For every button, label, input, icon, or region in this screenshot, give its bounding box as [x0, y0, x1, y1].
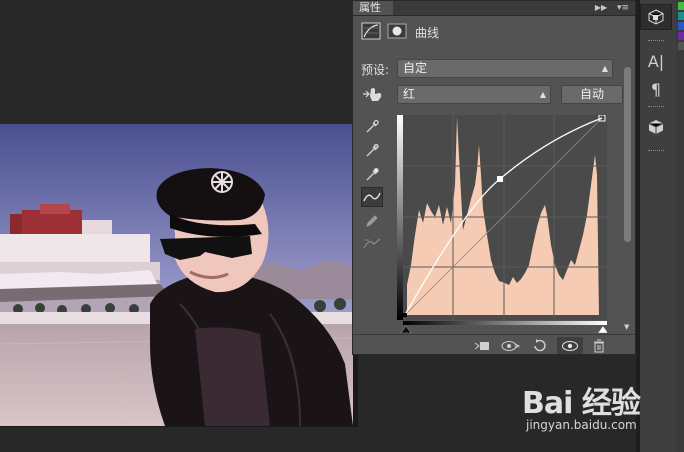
- target-adjust-icon[interactable]: [361, 85, 385, 103]
- dock-separator: [648, 150, 664, 153]
- pencil-icon[interactable]: [361, 211, 383, 231]
- right-edge-strip: [676, 0, 684, 452]
- curve-point[interactable]: [497, 176, 503, 182]
- eyedropper-gray-icon[interactable]: [361, 141, 383, 161]
- mask-icon[interactable]: [387, 22, 407, 40]
- auto-button[interactable]: 自动: [561, 85, 623, 104]
- preset-value: 自定: [403, 61, 428, 75]
- white-point-slider[interactable]: [597, 325, 607, 333]
- channel-dropdown[interactable]: 红 ▲: [397, 85, 551, 104]
- properties-dock-icon[interactable]: [640, 4, 672, 30]
- preset-dropdown[interactable]: 自定 ▲: [397, 59, 613, 78]
- tab-properties[interactable]: 属性: [353, 1, 393, 15]
- swatch-gray[interactable]: [678, 42, 684, 50]
- baidu-watermark: Bai 经验 jingyan.baidu.com: [522, 378, 672, 438]
- dock-separator: [648, 106, 664, 109]
- collapse-icon[interactable]: ▶▶: [594, 2, 608, 14]
- properties-panel: 属性 ▶▶ ▾≡ 曲线 预设: 自定 ▲ 红 ▲ 自动 ▼: [352, 0, 636, 355]
- swatch-purple[interactable]: [678, 32, 684, 40]
- panel-tab-bar: 属性 ▶▶ ▾≡: [353, 1, 635, 16]
- scroll-down-arrow-icon[interactable]: ▼: [624, 323, 629, 331]
- updown-arrow-icon: ▲: [539, 90, 546, 99]
- 3d-icon[interactable]: [640, 114, 672, 140]
- visibility-icon[interactable]: [557, 337, 583, 354]
- updown-arrow-icon: ▲: [601, 64, 608, 73]
- panel-scroll-thumb[interactable]: [624, 67, 631, 242]
- swatch-teal[interactable]: [678, 12, 684, 20]
- curves-adjustment-icon[interactable]: [361, 22, 381, 40]
- black-point-slider[interactable]: [400, 325, 412, 333]
- trash-icon[interactable]: [591, 338, 607, 353]
- input-slider[interactable]: [397, 321, 607, 333]
- curve-endpoint-black[interactable]: [403, 313, 407, 317]
- clip-to-layer-icon[interactable]: [473, 338, 491, 353]
- watermark-logo: Bai 经验: [522, 386, 641, 421]
- paragraph-icon[interactable]: ¶: [640, 76, 672, 102]
- adjustment-title: 曲线: [415, 26, 440, 40]
- channel-value: 红: [403, 87, 416, 101]
- panel-bottom-toolbar: [353, 334, 635, 356]
- character-icon[interactable]: A|: [640, 48, 672, 74]
- curve-edit-icon[interactable]: [361, 187, 383, 207]
- document-photo[interactable]: [0, 124, 353, 426]
- swatch-blue[interactable]: [678, 22, 684, 30]
- watermark-url: jingyan.baidu.com: [526, 418, 637, 432]
- swatch-green[interactable]: [678, 2, 684, 10]
- smooth-icon[interactable]: [361, 233, 383, 253]
- view-previous-icon[interactable]: [501, 338, 521, 353]
- preset-label: 预设:: [361, 63, 390, 77]
- eyedropper-black-icon[interactable]: [361, 117, 383, 137]
- panel-menu-icon[interactable]: ▾≡: [615, 2, 631, 14]
- eyedropper-white-icon[interactable]: [361, 165, 383, 185]
- dock-separator: [648, 40, 664, 43]
- photo-image: [0, 124, 353, 426]
- reset-icon[interactable]: [531, 338, 547, 353]
- curves-graph[interactable]: [397, 114, 607, 320]
